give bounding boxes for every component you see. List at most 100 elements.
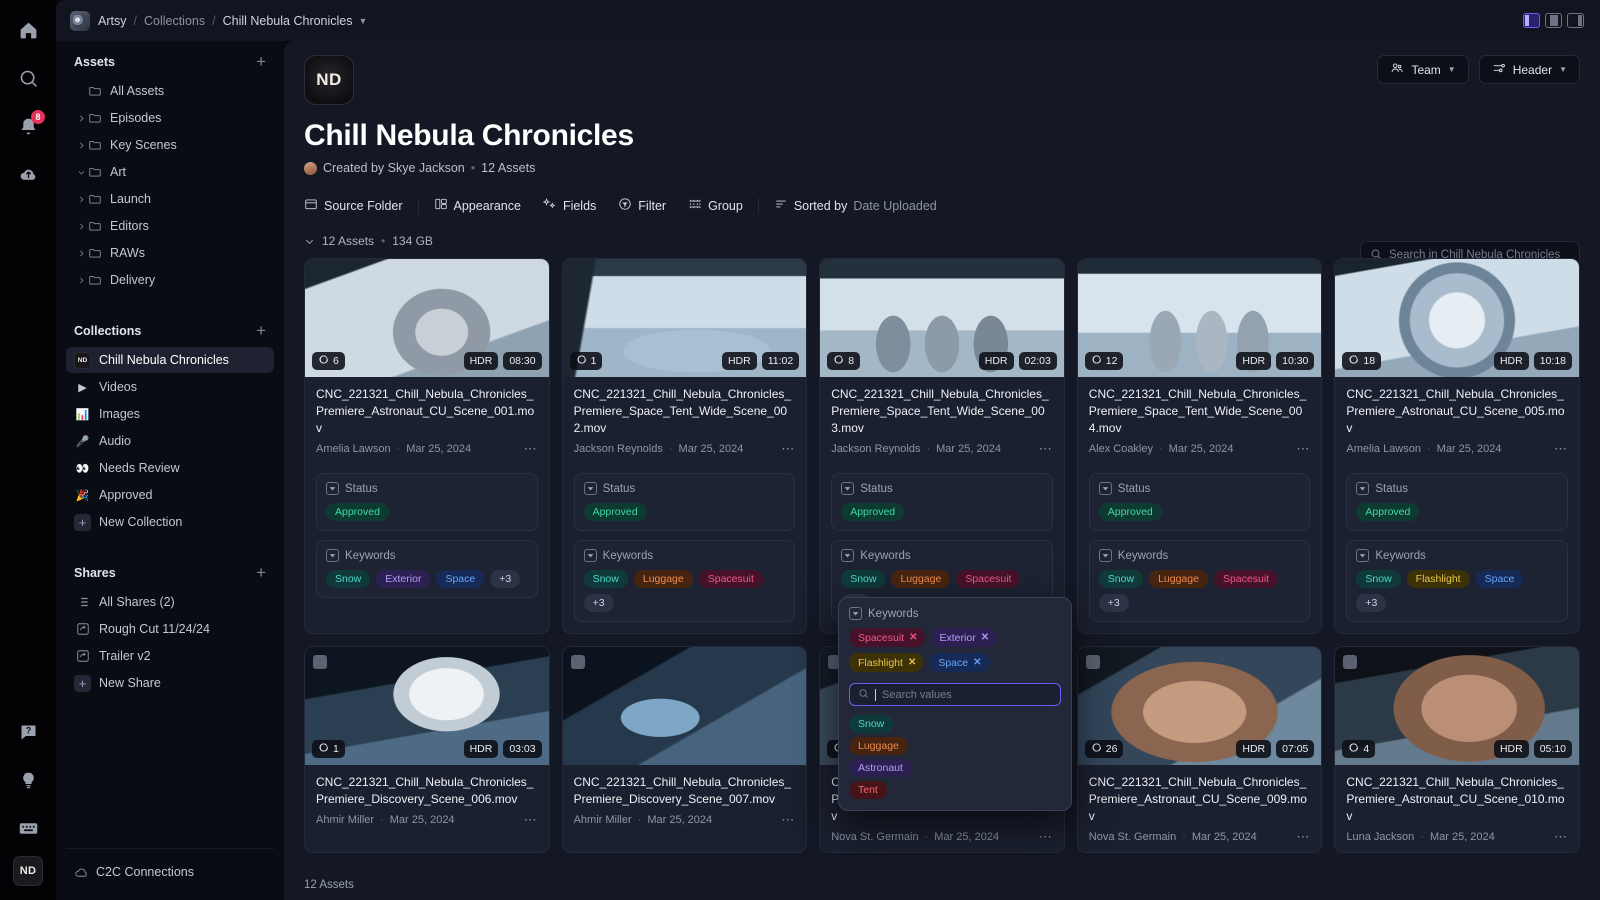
status-field[interactable]: StatusApproved bbox=[1346, 473, 1568, 531]
popover-option-tag[interactable]: Snow bbox=[849, 715, 893, 733]
keyword-tag[interactable]: +3 bbox=[1099, 594, 1129, 612]
popover-selected-tag[interactable]: Spacesuit✕ bbox=[849, 628, 925, 647]
asset-thumbnail[interactable]: 6HDR08:30 bbox=[305, 259, 549, 377]
asset-card[interactable]: 6HDR08:30CNC_221321_Chill_Nebula_Chronic… bbox=[304, 258, 550, 634]
sidebar-item-all-assets[interactable]: All Assets bbox=[66, 78, 274, 104]
sidebar-item-art[interactable]: Art bbox=[66, 159, 274, 185]
sidebar-item-key-scenes[interactable]: Key Scenes bbox=[66, 132, 274, 158]
user-avatar[interactable]: ND bbox=[13, 856, 43, 886]
asset-more-button[interactable]: ⋯ bbox=[524, 442, 538, 455]
sidebar-item-launch[interactable]: Launch bbox=[66, 186, 274, 212]
asset-card[interactable]: CNC_221321_Chill_Nebula_Chronicles_Premi… bbox=[562, 646, 808, 853]
keyword-tag[interactable]: Space bbox=[1476, 570, 1524, 588]
asset-more-button[interactable]: ⋯ bbox=[1296, 442, 1310, 455]
popover-search-input[interactable]: Search values bbox=[849, 683, 1061, 706]
asset-thumbnail[interactable]: 26HDR07:05 bbox=[1078, 647, 1322, 765]
keyword-tag[interactable]: Spacesuit bbox=[699, 570, 763, 588]
keyword-tag[interactable]: Flashlight bbox=[1407, 570, 1470, 588]
sidebar-item-rough-cut[interactable]: Rough Cut 11/24/24 bbox=[66, 616, 274, 642]
asset-thumbnail[interactable] bbox=[563, 647, 807, 765]
sidebar-item-new-share[interactable]: + New Share bbox=[66, 670, 274, 696]
asset-thumbnail[interactable]: 12HDR10:30 bbox=[1078, 259, 1322, 377]
chevron-right-icon[interactable] bbox=[74, 141, 88, 150]
appearance-button[interactable]: Appearance bbox=[423, 193, 532, 218]
remove-tag-icon[interactable]: ✕ bbox=[973, 657, 981, 668]
asset-thumbnail[interactable]: 8HDR02:03 bbox=[820, 259, 1064, 377]
keyword-tag[interactable]: Snow bbox=[841, 570, 885, 588]
asset-thumbnail[interactable]: 1HDR03:03 bbox=[305, 647, 549, 765]
keyword-tag[interactable]: Snow bbox=[326, 570, 370, 588]
keyword-tag[interactable]: Space bbox=[436, 570, 484, 588]
popover-selected-tag[interactable]: Flashlight✕ bbox=[849, 653, 923, 672]
remove-tag-icon[interactable]: ✕ bbox=[908, 657, 916, 668]
asset-card[interactable]: 8HDR02:03CNC_221321_Chill_Nebula_Chronic… bbox=[819, 258, 1065, 634]
select-checkbox[interactable] bbox=[313, 655, 327, 669]
breadcrumb-collections[interactable]: Collections bbox=[144, 14, 205, 28]
keywords-field[interactable]: KeywordsSnowExteriorSpace+3 bbox=[316, 540, 538, 598]
asset-thumbnail[interactable]: 18HDR10:18 bbox=[1335, 259, 1579, 377]
chevron-right-icon[interactable] bbox=[74, 249, 88, 258]
popover-option-tag[interactable]: Luggage bbox=[849, 737, 908, 755]
keyboard-icon[interactable] bbox=[8, 808, 48, 848]
asset-more-button[interactable]: ⋯ bbox=[781, 442, 795, 455]
popover-option-tag[interactable]: Astronaut bbox=[849, 759, 912, 777]
status-field[interactable]: StatusApproved bbox=[1089, 473, 1311, 531]
add-collection-button[interactable]: + bbox=[256, 322, 266, 339]
asset-more-button[interactable]: ⋯ bbox=[1296, 830, 1310, 843]
keyword-tag[interactable]: +3 bbox=[1356, 594, 1386, 612]
asset-card[interactable]: 4HDR05:10CNC_221321_Chill_Nebula_Chronic… bbox=[1334, 646, 1580, 853]
sidebar-item-delivery[interactable]: Delivery bbox=[66, 267, 274, 293]
fields-button[interactable]: Fields bbox=[532, 193, 607, 218]
sorted-by-button[interactable]: Sorted by Date Uploaded bbox=[763, 193, 948, 218]
status-field[interactable]: StatusApproved bbox=[574, 473, 796, 531]
chevron-right-icon[interactable] bbox=[74, 114, 88, 123]
asset-more-button[interactable]: ⋯ bbox=[1554, 442, 1568, 455]
status-field[interactable]: StatusApproved bbox=[316, 473, 538, 531]
keyword-tag[interactable]: Snow bbox=[1099, 570, 1143, 588]
source-folder-button[interactable]: Source Folder bbox=[304, 193, 414, 218]
sidebar-item-episodes[interactable]: Episodes bbox=[66, 105, 274, 131]
search-icon[interactable] bbox=[8, 58, 48, 98]
select-checkbox[interactable] bbox=[1343, 655, 1357, 669]
sidebar-item-trailer-v2[interactable]: Trailer v2 bbox=[66, 643, 274, 669]
keywords-field[interactable]: KeywordsSnowLuggageSpacesuit+3 bbox=[574, 540, 796, 622]
keywords-field[interactable]: KeywordsSnowLuggageSpacesuit+3 bbox=[1089, 540, 1311, 622]
group-button[interactable]: Group bbox=[677, 193, 754, 218]
right-panel-toggle[interactable] bbox=[1567, 13, 1584, 28]
keyword-tag[interactable]: +3 bbox=[490, 570, 520, 588]
add-asset-button[interactable]: + bbox=[256, 53, 266, 70]
sidebar-item-new-collection[interactable]: + New Collection bbox=[66, 509, 274, 535]
team-button[interactable]: Team ▼ bbox=[1377, 55, 1468, 84]
keyword-tag[interactable]: Spacesuit bbox=[956, 570, 1020, 588]
sidebar-item-videos[interactable]: ▶ Videos bbox=[66, 374, 274, 400]
select-checkbox[interactable] bbox=[571, 655, 585, 669]
sidebar-item-raws[interactable]: RAWs bbox=[66, 240, 274, 266]
asset-card[interactable]: 12HDR10:30CNC_221321_Chill_Nebula_Chroni… bbox=[1077, 258, 1323, 634]
lightbulb-icon[interactable] bbox=[8, 760, 48, 800]
keyword-tag[interactable]: Spacesuit bbox=[1214, 570, 1278, 588]
sidebar-item-needs-review[interactable]: 👀 Needs Review bbox=[66, 455, 274, 481]
remove-tag-icon[interactable]: ✕ bbox=[981, 632, 989, 643]
asset-card[interactable]: 26HDR07:05CNC_221321_Chill_Nebula_Chroni… bbox=[1077, 646, 1323, 853]
chevron-down-icon[interactable]: ▼ bbox=[359, 16, 368, 26]
asset-card[interactable]: 1HDR03:03CNC_221321_Chill_Nebula_Chronic… bbox=[304, 646, 550, 853]
bell-icon[interactable]: 8 bbox=[8, 106, 48, 146]
asset-thumbnail[interactable]: 1HDR11:02 bbox=[563, 259, 807, 377]
chevron-right-icon[interactable] bbox=[74, 276, 88, 285]
chevron-down-icon[interactable] bbox=[304, 236, 315, 247]
asset-more-button[interactable]: ⋯ bbox=[524, 813, 538, 826]
asset-thumbnail[interactable]: 4HDR05:10 bbox=[1335, 647, 1579, 765]
sidebar-item-all-shares[interactable]: All Shares (2) bbox=[66, 589, 274, 615]
keyword-tag[interactable]: Luggage bbox=[1149, 570, 1208, 588]
center-panel-toggle[interactable] bbox=[1545, 13, 1562, 28]
cloud-upload-icon[interactable] bbox=[8, 154, 48, 194]
filter-button[interactable]: Filter bbox=[607, 193, 677, 218]
select-checkbox[interactable] bbox=[1086, 655, 1100, 669]
sidebar-item-images[interactable]: 📊 Images bbox=[66, 401, 274, 427]
breadcrumb-app[interactable]: Artsy bbox=[98, 14, 126, 28]
sidebar-item-editors[interactable]: Editors bbox=[66, 213, 274, 239]
header-button[interactable]: Header ▼ bbox=[1479, 55, 1580, 84]
add-share-button[interactable]: + bbox=[256, 564, 266, 581]
popover-selected-tag[interactable]: Exterior✕ bbox=[931, 628, 997, 647]
keyword-tag[interactable]: Snow bbox=[584, 570, 628, 588]
